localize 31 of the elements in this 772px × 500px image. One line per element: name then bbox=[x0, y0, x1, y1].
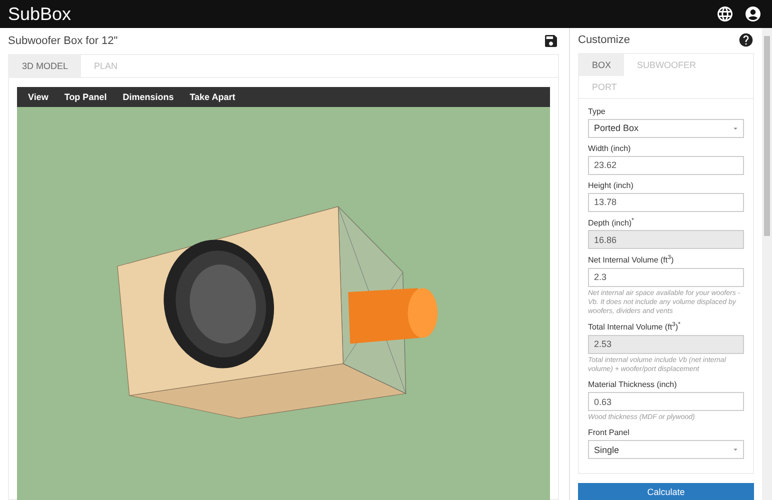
language-icon[interactable] bbox=[716, 5, 734, 23]
viewer-menu-item[interactable]: Dimensions bbox=[116, 89, 180, 105]
field-label: Depth (inch)$^{*}$ bbox=[588, 218, 635, 228]
input-field[interactable]: 13.78 bbox=[588, 192, 744, 212]
app-title: SubBox bbox=[8, 4, 72, 24]
viewer-menu-item[interactable]: Take Apart bbox=[184, 89, 242, 105]
viewer-menu-item[interactable]: Top Panel bbox=[58, 89, 113, 105]
input-field[interactable]: 0.63 bbox=[588, 392, 744, 412]
viewer-menu-item[interactable]: View bbox=[22, 89, 54, 105]
project-title: Subwoofer Box for 12" bbox=[8, 35, 118, 47]
field-label: Net Internal Volume (ft$^{3}$) bbox=[588, 255, 675, 265]
account-icon[interactable] bbox=[744, 5, 762, 23]
input-field[interactable]: 2.3 bbox=[588, 268, 744, 287]
field-label: Height (inch) bbox=[588, 180, 634, 190]
field-label: Type bbox=[588, 106, 606, 116]
field-label: Material Thickness (inch) bbox=[588, 380, 678, 390]
field-label: Width (inch) bbox=[588, 144, 632, 153]
dropdown[interactable]: Ported Box bbox=[588, 118, 744, 138]
dropdown-value: Single bbox=[594, 444, 620, 455]
scrollbar[interactable] bbox=[762, 28, 772, 500]
save-icon[interactable] bbox=[543, 33, 559, 49]
calculate-button[interactable]: Calculate bbox=[578, 483, 754, 500]
help-icon[interactable] bbox=[738, 32, 754, 48]
input-field[interactable]: 23.62 bbox=[588, 156, 744, 175]
dropdown-value: Ported Box bbox=[594, 123, 639, 134]
field-label: Front Panel bbox=[588, 428, 630, 438]
view-tab[interactable]: 3D MODEL bbox=[9, 55, 82, 77]
field-label: Total Internal Volume (ft$^{3}$)$^{*}$ bbox=[588, 322, 682, 332]
dropdown[interactable]: Single bbox=[588, 440, 744, 460]
customize-tab[interactable]: BOX bbox=[579, 54, 624, 76]
customize-title: Customize bbox=[578, 34, 630, 46]
